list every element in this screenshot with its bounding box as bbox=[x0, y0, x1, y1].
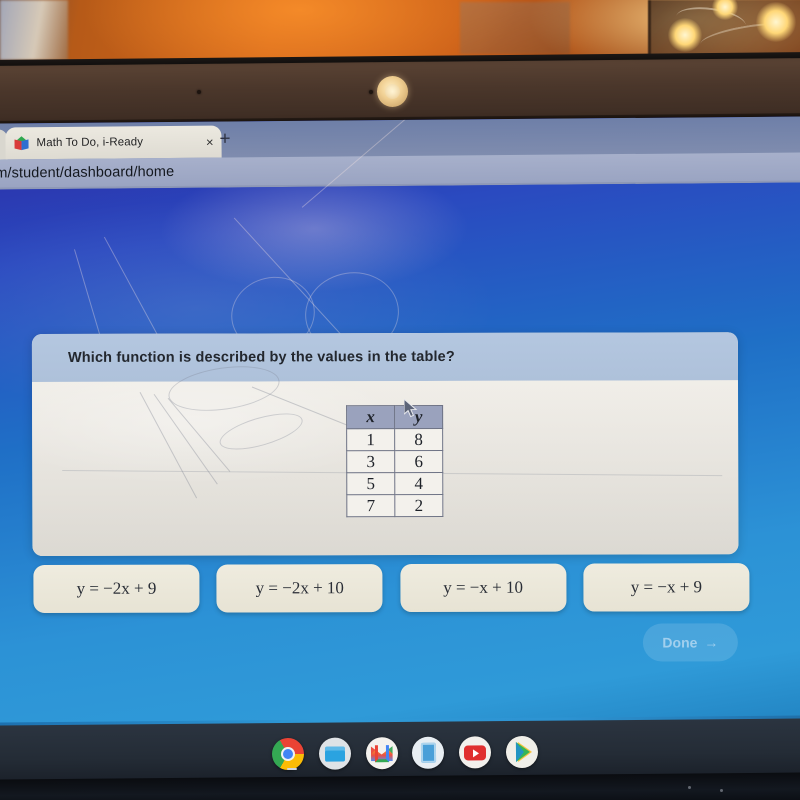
screen-scratch bbox=[215, 406, 307, 457]
table-row: 3 6 bbox=[346, 450, 443, 473]
cell-x: 7 bbox=[346, 494, 395, 517]
docs-icon[interactable] bbox=[412, 736, 445, 769]
tab-close-icon[interactable]: × bbox=[206, 134, 214, 149]
values-table: x y 1 8 3 6 5 4 7 2 bbox=[346, 405, 443, 517]
string-light-bulb bbox=[756, 2, 796, 42]
cell-y: 4 bbox=[394, 472, 443, 495]
mouse-cursor-icon bbox=[404, 399, 418, 418]
answer-choice-label: y = −2x + 10 bbox=[255, 578, 344, 598]
cell-y: 6 bbox=[394, 450, 443, 473]
answer-choice-label: y = −2x + 9 bbox=[76, 578, 157, 598]
cell-x: 1 bbox=[346, 428, 395, 451]
new-tab-button[interactable]: + bbox=[219, 128, 230, 149]
wall-panel bbox=[460, 2, 570, 54]
string-light-bulb bbox=[668, 18, 702, 52]
address-bar[interactable]: com/student/dashboard/home bbox=[0, 152, 800, 188]
answer-choice-label: y = −x + 9 bbox=[630, 577, 703, 597]
question-body: x y 1 8 3 6 5 4 7 2 bbox=[32, 359, 739, 557]
reflection-dot bbox=[688, 786, 691, 789]
question-prompt: Which function is described by the value… bbox=[67, 348, 455, 366]
chrome-icon[interactable] bbox=[271, 737, 305, 771]
iready-page: Which function is described by the value… bbox=[0, 116, 800, 734]
table-row: 1 8 bbox=[346, 428, 443, 451]
tab-math-to-do[interactable]: Math To Do, i-Ready × bbox=[5, 125, 222, 160]
done-button-label: Done bbox=[662, 634, 698, 651]
play-store-icon[interactable] bbox=[505, 735, 539, 769]
tab-title: Math To Do, i-Ready bbox=[36, 136, 144, 150]
answer-choice-3[interactable]: y = −x + 10 bbox=[400, 563, 567, 613]
active-app-indicator bbox=[286, 767, 298, 771]
done-button[interactable]: Done → bbox=[642, 623, 738, 662]
table-row: 7 2 bbox=[346, 494, 443, 517]
youtube-icon[interactable] bbox=[459, 736, 492, 769]
answer-choice-1[interactable]: y = −2x + 9 bbox=[33, 564, 200, 614]
column-header-y: y bbox=[394, 405, 443, 429]
question-card: Which function is described by the value… bbox=[31, 332, 739, 557]
answer-choice-label: y = −x + 10 bbox=[443, 577, 523, 597]
answer-choices: y = −2x + 9 y = −2x + 10 y = −x + 10 y =… bbox=[33, 563, 750, 619]
i-ready-cube-icon bbox=[13, 135, 29, 151]
gmail-icon[interactable] bbox=[365, 737, 398, 770]
laptop-screen: × Math To Do, i-Ready × + com/student/da… bbox=[0, 116, 800, 734]
question-header: Which function is described by the value… bbox=[31, 332, 739, 383]
taskbar-icons bbox=[271, 733, 539, 773]
browser-chrome: × Math To Do, i-Ready × + com/student/da… bbox=[0, 116, 800, 190]
webcam-icon bbox=[376, 75, 409, 108]
curtain bbox=[0, 0, 68, 60]
table-row: 5 4 bbox=[346, 472, 443, 495]
arrow-right-icon: → bbox=[704, 634, 719, 651]
column-header-x: x bbox=[346, 405, 395, 429]
microphone-hole bbox=[197, 90, 201, 94]
photo-of-laptop-screen: × Math To Do, i-Ready × + com/student/da… bbox=[0, 0, 800, 800]
answer-choice-2[interactable]: y = −2x + 10 bbox=[216, 564, 383, 613]
address-bar-url: com/student/dashboard/home bbox=[0, 163, 175, 182]
cell-x: 5 bbox=[346, 472, 395, 495]
answer-choice-4[interactable]: y = −x + 9 bbox=[583, 563, 750, 612]
table-header-row: x y bbox=[346, 405, 443, 429]
microphone-hole bbox=[369, 90, 373, 94]
cell-y: 2 bbox=[394, 494, 443, 517]
files-icon[interactable] bbox=[318, 737, 351, 770]
cell-y: 8 bbox=[394, 428, 443, 451]
reflection-dot bbox=[720, 789, 723, 792]
cell-x: 3 bbox=[346, 450, 395, 473]
